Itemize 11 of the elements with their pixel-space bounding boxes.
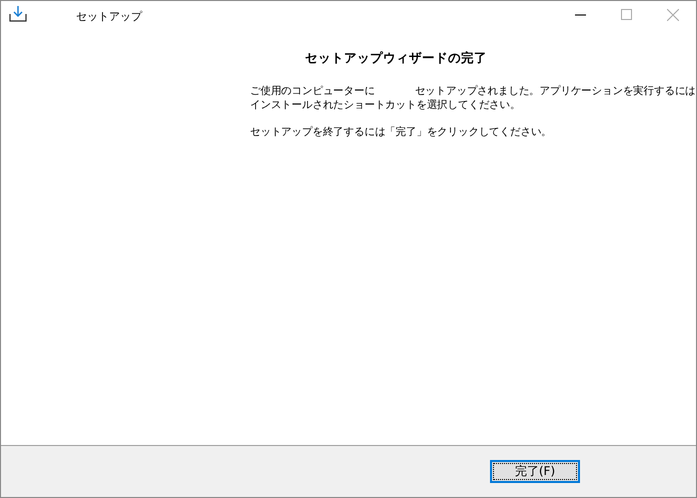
message-text: セットアップされました。アプリケーションを実行するには	[414, 84, 696, 98]
finish-button[interactable]: 完了(F)	[490, 460, 580, 483]
window-title: セットアップ	[76, 9, 142, 24]
message-text: インストールされたショートカットを選択してください。	[250, 98, 520, 112]
maximize-icon[interactable]	[621, 9, 632, 20]
minimize-icon[interactable]	[575, 14, 586, 16]
close-icon[interactable]	[667, 8, 679, 20]
message-text: セットアップを終了するには「完了」をクリックしてください。	[250, 125, 552, 139]
wizard-heading: セットアップウィザードの完了	[304, 50, 488, 67]
message-text: ご使用のコンピューターに	[250, 84, 375, 98]
download-icon	[9, 6, 27, 22]
